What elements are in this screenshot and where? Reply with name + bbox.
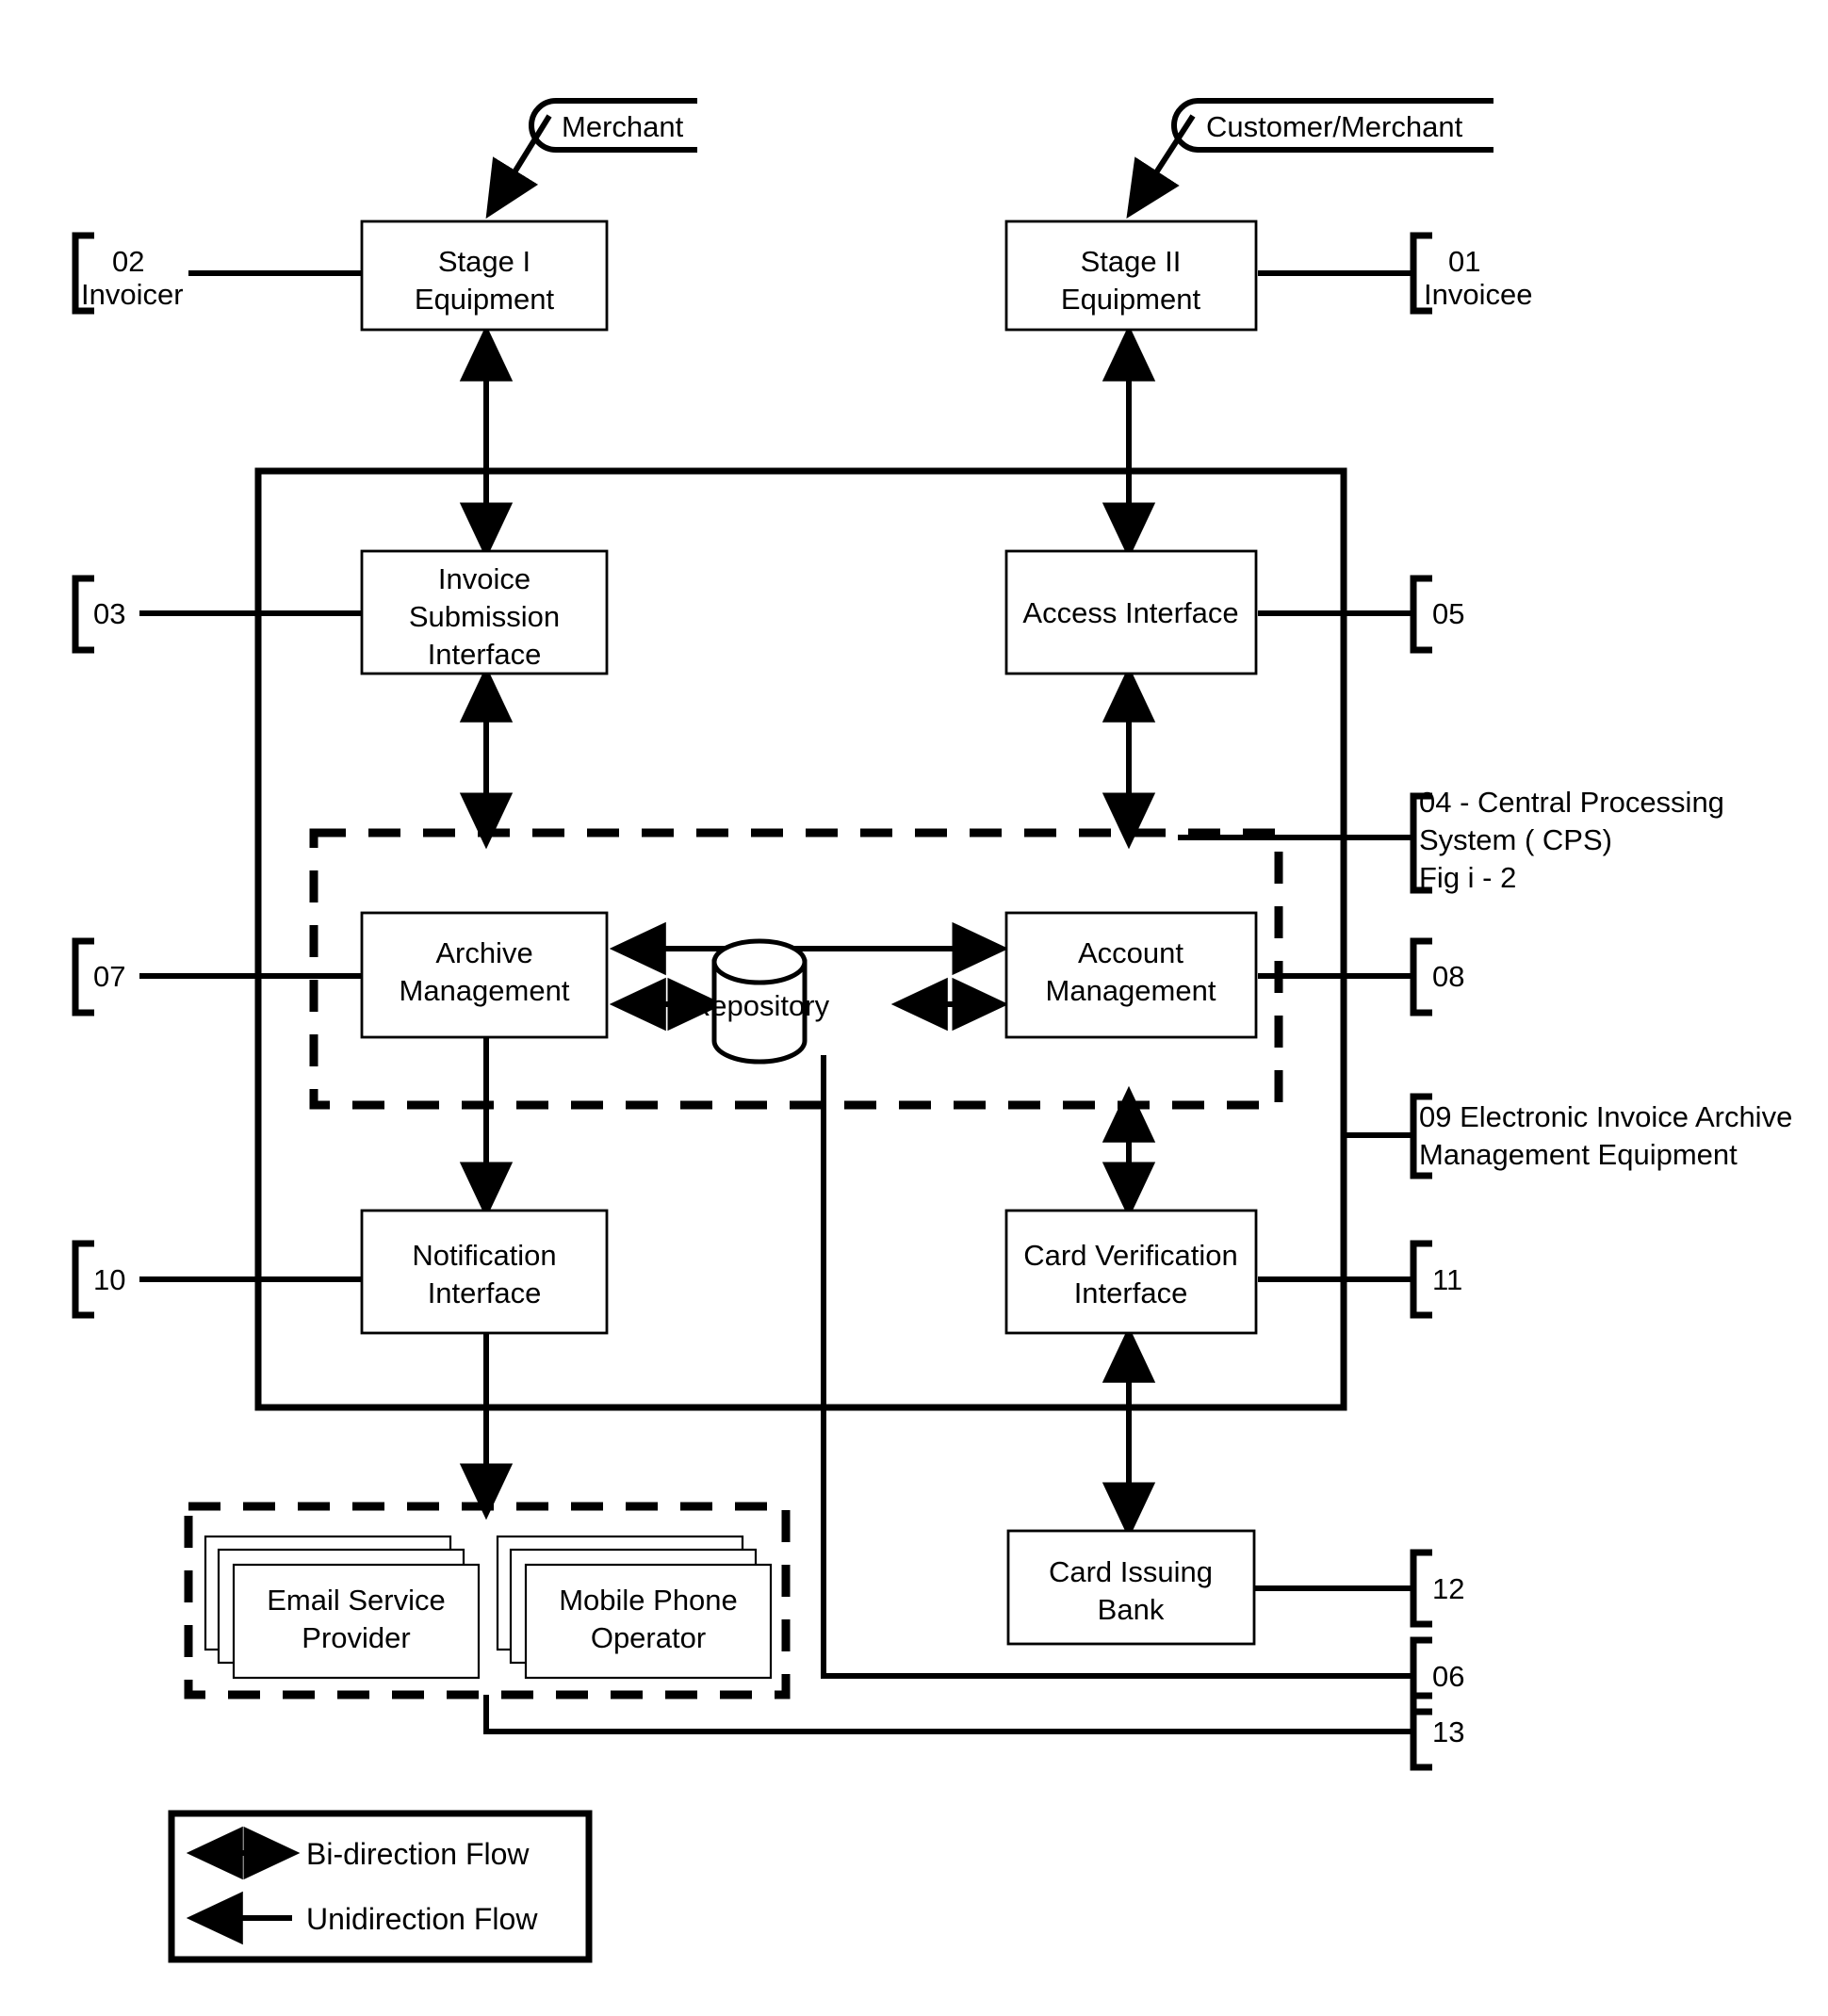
box-archive-management[interactable]: Archive Management — [360, 911, 609, 1039]
box-notification-interface-label-line1: Notification — [412, 1239, 556, 1272]
ref11-line1: 11 — [1432, 1263, 1462, 1296]
box-archive-management-label-line1: Archive — [435, 936, 532, 969]
box-account-management[interactable]: Account Management — [1004, 911, 1258, 1039]
box-stage1-equipment[interactable]: Stage I Equipment — [360, 219, 609, 332]
box-account-management-label-line1: Account — [1078, 936, 1183, 969]
ref08-line1: 08 — [1432, 960, 1464, 993]
ref04-line2: System ( CPS) — [1419, 823, 1612, 856]
box-card-verification-interface[interactable]: Card Verification Interface — [1004, 1209, 1258, 1335]
ref04-line1: 04 - Central Processing — [1419, 786, 1724, 819]
diagram-boxes-and-text: Stage I Equipment Stage II Equipment Inv… — [81, 110, 1792, 1936]
box-invoice-submission-label-line2: Submission — [409, 600, 560, 633]
box-invoice-submission-label-line3: Interface — [428, 638, 542, 671]
box-card-issuing-bank[interactable]: Card Issuing Bank — [1006, 1529, 1256, 1646]
ref07-line1: 07 — [93, 960, 125, 993]
repository-label: Repository — [690, 989, 830, 1022]
ref13-line1: 13 — [1432, 1715, 1464, 1748]
ref05-line1: 05 — [1432, 597, 1464, 630]
box-stage1-label-line1: Stage I — [438, 245, 530, 278]
ref04-line3: Fig i - 2 — [1419, 861, 1516, 894]
box-invoice-submission-interface[interactable]: Invoice Submission Interface — [360, 549, 609, 675]
box-access-interface[interactable]: Access Interface — [1004, 549, 1258, 675]
ref01-line1: 01 — [1448, 245, 1480, 278]
box-archive-management-label-line2: Management — [400, 974, 570, 1007]
box-mobile-phone-operator[interactable]: Mobile Phone Operator — [496, 1535, 773, 1680]
box-mobile-phone-operator-label-line1: Mobile Phone — [559, 1584, 738, 1617]
box-card-verification-label-line2: Interface — [1074, 1276, 1188, 1309]
ref09-line1: 09 Electronic Invoice Archive — [1419, 1100, 1792, 1133]
box-notification-interface[interactable]: Notification Interface — [360, 1209, 609, 1335]
box-card-issuing-bank-label-line1: Card Issuing — [1049, 1555, 1213, 1588]
diagram-canvas: Stage I Equipment Stage II Equipment Inv… — [0, 0, 1828, 2016]
ref10-line1: 10 — [93, 1263, 125, 1296]
actor-label-customer-merchant: Customer/Merchant — [1206, 110, 1463, 143]
ref06-line1: 06 — [1432, 1660, 1464, 1693]
box-email-service-provider[interactable]: Email Service Provider — [204, 1535, 481, 1680]
box-stage1-label-line2: Equipment — [415, 283, 555, 316]
box-card-issuing-bank-label-line2: Bank — [1098, 1593, 1165, 1626]
box-stage2-label-line1: Stage II — [1081, 245, 1182, 278]
box-email-service-provider-label-line2: Provider — [302, 1621, 410, 1654]
box-access-interface-label: Access Interface — [1022, 596, 1238, 629]
legend-unidirection-label: Unidirection Flow — [306, 1902, 538, 1936]
legend-bidirection-label: Bi-direction Flow — [306, 1837, 530, 1871]
box-card-verification-label-line1: Card Verification — [1023, 1239, 1237, 1272]
ref01-line2: Invoicee — [1424, 278, 1532, 311]
box-account-management-label-line2: Management — [1046, 974, 1216, 1007]
box-notification-interface-label-line2: Interface — [428, 1276, 542, 1309]
box-stage2-label-line2: Equipment — [1061, 283, 1201, 316]
box-email-service-provider-label-line1: Email Service — [267, 1584, 446, 1617]
box-stage2-equipment[interactable]: Stage II Equipment — [1004, 219, 1258, 332]
box-invoice-submission-label-line1: Invoice — [438, 562, 530, 595]
box-mobile-phone-operator-label-line2: Operator — [591, 1621, 706, 1654]
ref03-line1: 03 — [93, 597, 125, 630]
ref02-line2: Invoicer — [81, 278, 184, 311]
ref02-line1: 02 — [112, 245, 144, 278]
ref09-line2: Management Equipment — [1419, 1138, 1738, 1171]
actor-label-merchant: Merchant — [562, 110, 684, 143]
ref12-line1: 12 — [1432, 1572, 1464, 1605]
